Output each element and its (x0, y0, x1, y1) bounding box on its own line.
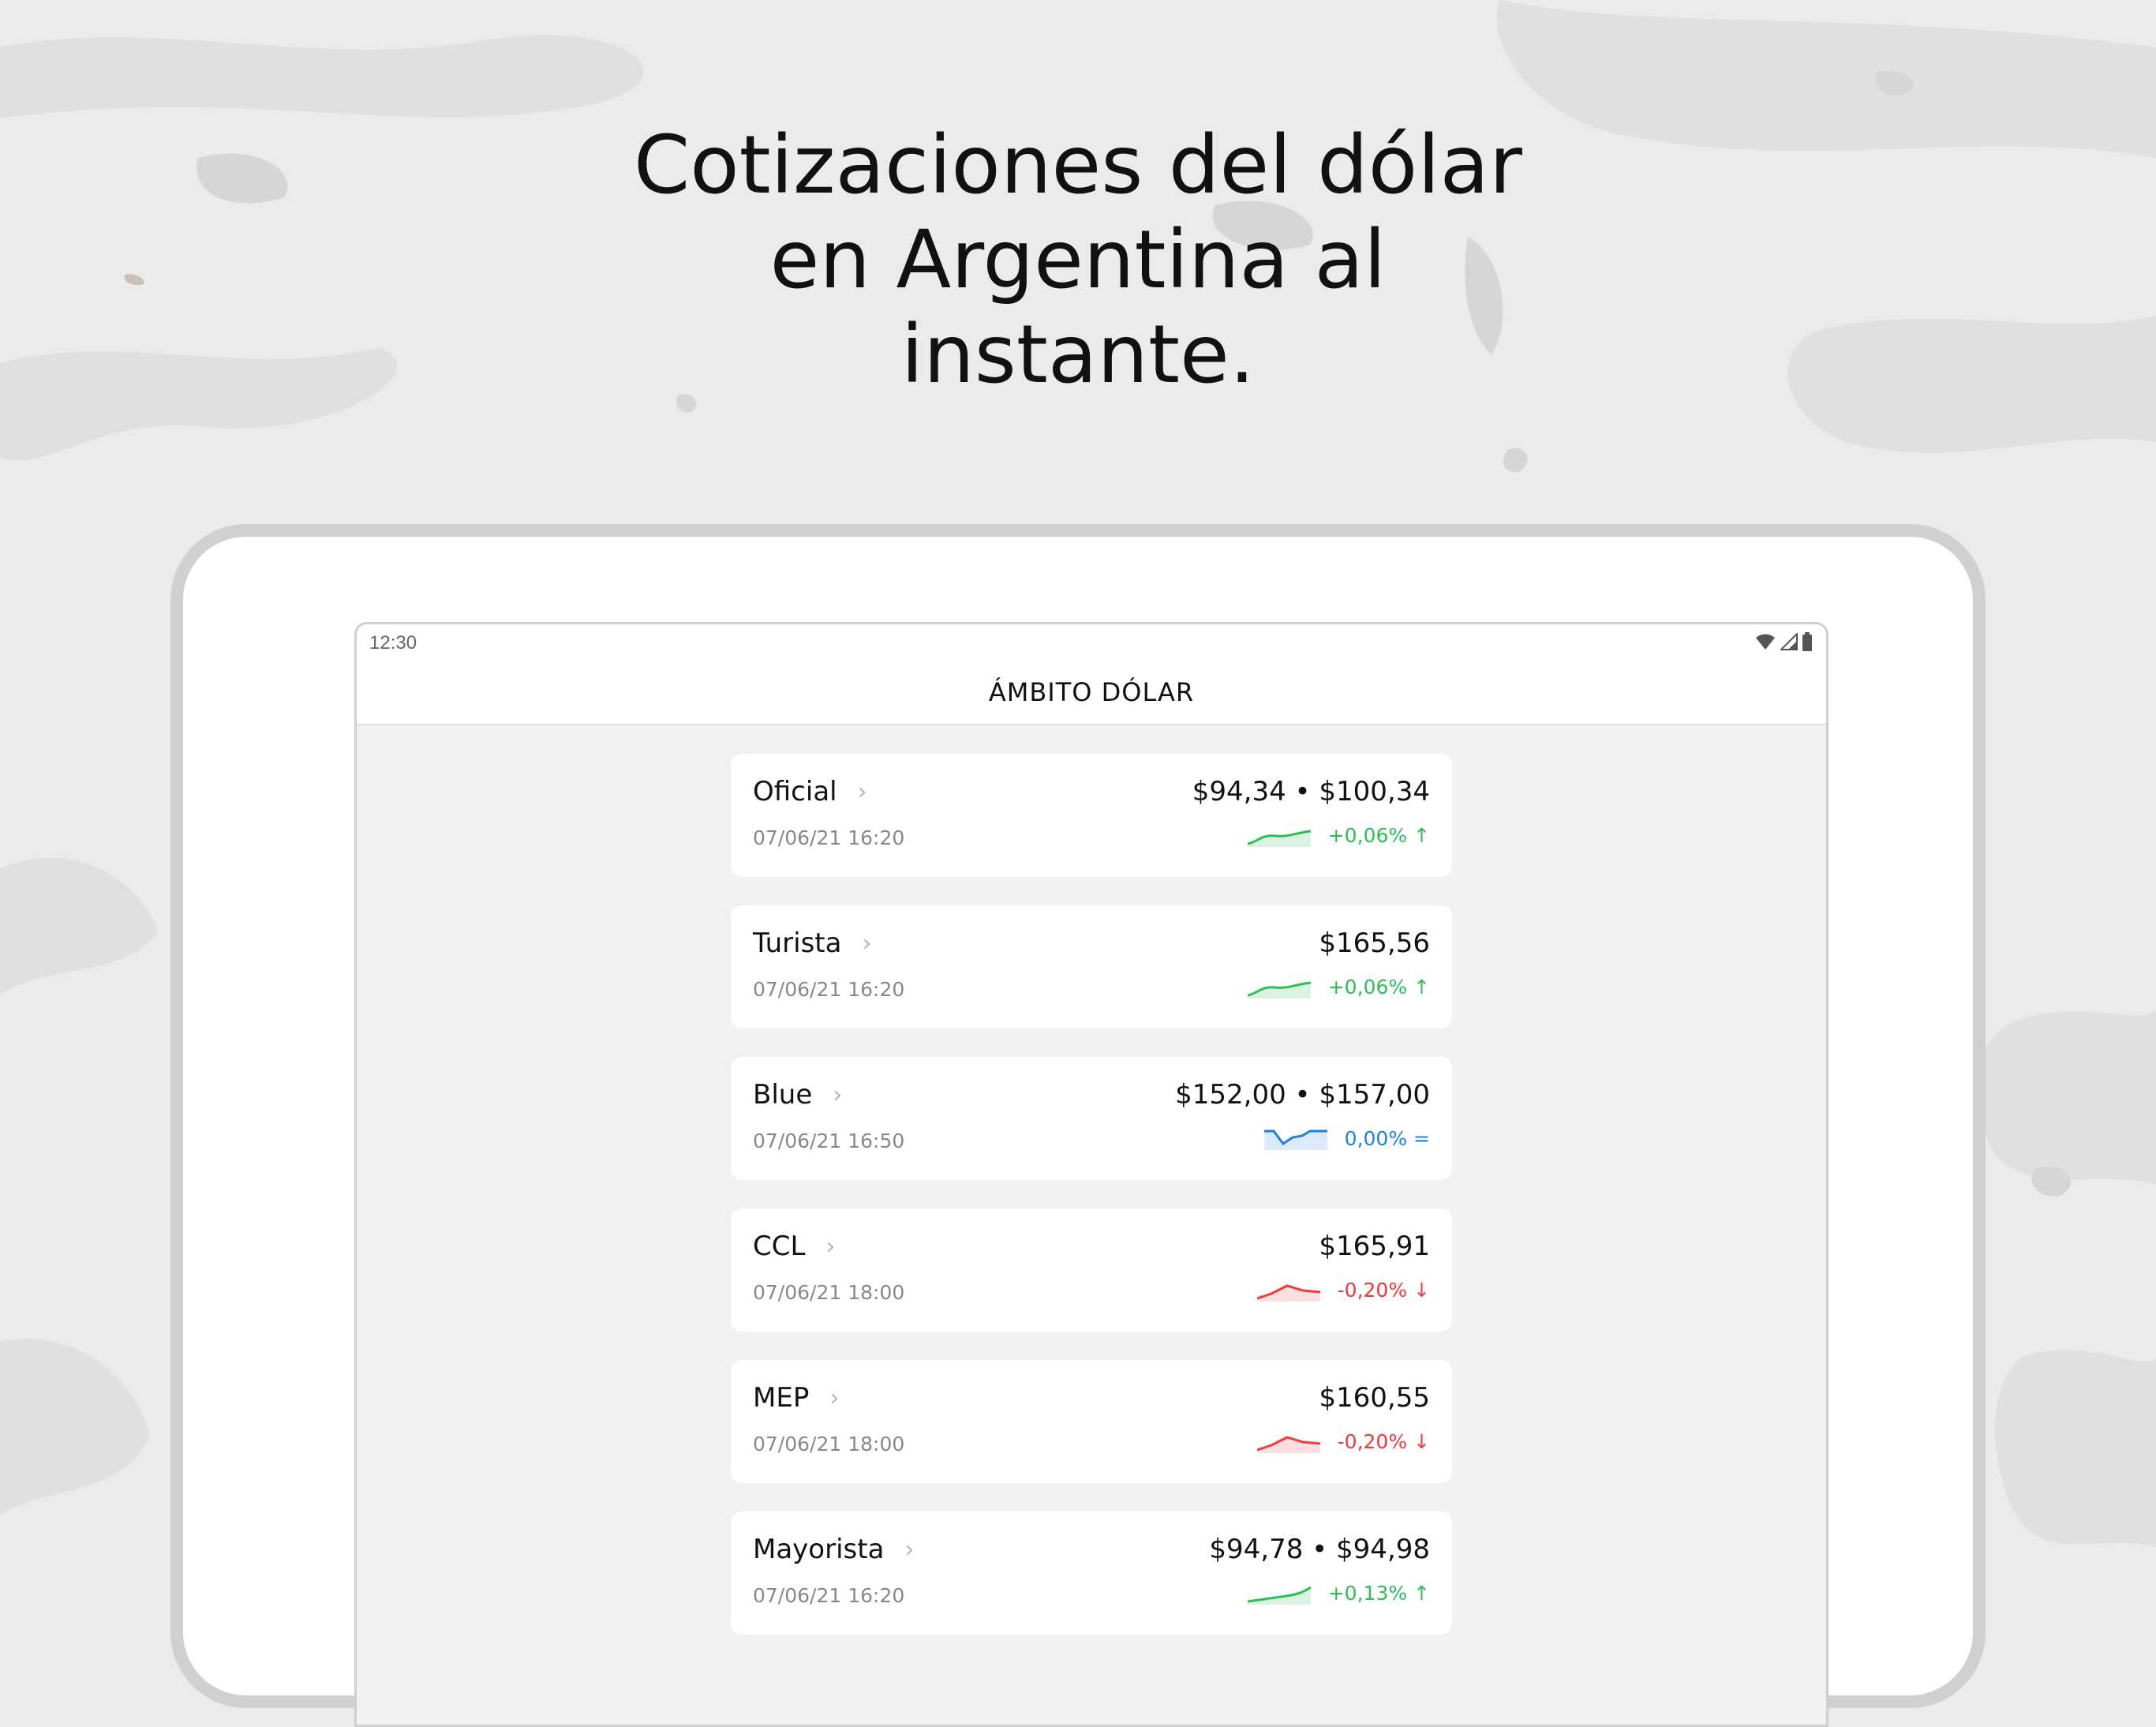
quote-price: $165,91 (1319, 1231, 1430, 1262)
quote-price: $152,00 • $157,00 (1175, 1079, 1430, 1111)
quote-name-row: Oficial › (753, 776, 867, 807)
quote-change: +0,13% ↑ (1327, 1581, 1430, 1605)
chevron-right-icon: › (825, 1232, 836, 1261)
tablet-frame: 12:30 ÁMBITO DÓLAR Oficial › 07/06/21 16… (170, 524, 1986, 1727)
quote-date: 07/06/21 16:20 (753, 1584, 905, 1607)
headline-line-2: en Argentina al (769, 213, 1387, 307)
quote-trend: -0,20% ↓ (1256, 1278, 1430, 1302)
quotes-list: Oficial › 07/06/21 16:20 $94,34 • $100,3… (357, 725, 1826, 1635)
status-bar: 12:30 (357, 624, 1826, 661)
quote-name: Mayorista (753, 1534, 885, 1565)
sparkline-icon (1256, 1284, 1320, 1302)
quote-card-oficial[interactable]: Oficial › 07/06/21 16:20 $94,34 • $100,3… (731, 754, 1452, 877)
quote-price: $160,55 (1319, 1382, 1430, 1414)
app-title: ÁMBITO DÓLAR (988, 677, 1195, 707)
quote-date: 07/06/21 18:00 (753, 1433, 905, 1455)
quote-name-row: Blue › (753, 1079, 842, 1111)
sparkline-icon (1247, 1586, 1312, 1605)
quote-date: 07/06/21 16:50 (753, 1129, 905, 1152)
headline-line-3: instante. (900, 308, 1256, 402)
quote-name: Blue (753, 1079, 813, 1111)
sparkline-icon (1247, 981, 1311, 998)
wifi-icon (1756, 634, 1775, 650)
battery-icon (1802, 632, 1812, 651)
quote-change: -0,20% ↓ (1337, 1278, 1430, 1302)
status-icons (1755, 632, 1812, 651)
quote-price: $165,56 (1319, 927, 1430, 959)
quote-card-ccl[interactable]: CCL › 07/06/21 18:00 $165,91 -0,20% ↓ (731, 1208, 1452, 1332)
app-screen: 12:30 ÁMBITO DÓLAR Oficial › 07/06/21 16… (354, 622, 1828, 1727)
chevron-right-icon: › (862, 929, 872, 957)
quote-change: 0,00% = (1344, 1126, 1430, 1150)
quote-change: +0,06% ↑ (1327, 975, 1430, 998)
quote-trend: +0,13% ↑ (1246, 1581, 1430, 1605)
quote-change: -0,20% ↓ (1337, 1429, 1430, 1453)
signal-icon (1780, 633, 1798, 650)
quote-trend: +0,06% ↑ (1246, 823, 1430, 847)
chevron-right-icon: › (857, 777, 867, 806)
quote-trend: +0,06% ↑ (1246, 975, 1430, 998)
chevron-right-icon: › (904, 1535, 915, 1564)
chevron-right-icon: › (829, 1384, 840, 1412)
quote-name-row: CCL › (753, 1231, 835, 1262)
quote-name: MEP (753, 1382, 810, 1414)
headline-line-1: Cotizaciones del dólar (634, 118, 1522, 212)
quote-card-turista[interactable]: Turista › 07/06/21 16:20 $165,56 +0,06% … (731, 905, 1452, 1028)
quote-date: 07/06/21 16:20 (753, 826, 905, 849)
quote-name: CCL (753, 1231, 806, 1262)
headline: Cotizaciones del dólar en Argentina al i… (0, 118, 2156, 403)
quote-price: $94,34 • $100,34 (1192, 776, 1430, 807)
quote-price: $94,78 • $94,98 (1209, 1534, 1430, 1565)
chevron-right-icon: › (833, 1081, 843, 1109)
quote-name: Oficial (753, 776, 837, 807)
sparkline-icon (1256, 1436, 1320, 1453)
quote-card-blue[interactable]: Blue › 07/06/21 16:50 $152,00 • $157,00 … (731, 1057, 1452, 1180)
quote-trend: 0,00% = (1263, 1126, 1430, 1150)
quote-date: 07/06/21 18:00 (753, 1281, 905, 1304)
quote-trend: -0,20% ↓ (1256, 1429, 1430, 1453)
quote-name-row: MEP › (753, 1382, 839, 1414)
quote-card-mep[interactable]: MEP › 07/06/21 18:00 $160,55 -0,20% ↓ (731, 1360, 1452, 1483)
quote-date: 07/06/21 16:20 (753, 978, 905, 1001)
quote-name: Turista (753, 927, 842, 959)
quote-name-row: Mayorista › (753, 1534, 914, 1565)
app-bar: ÁMBITO DÓLAR (357, 661, 1826, 725)
sparkline-icon (1263, 1129, 1327, 1150)
quote-change: +0,06% ↑ (1327, 823, 1430, 847)
sparkline-icon (1247, 830, 1311, 847)
quote-name-row: Turista › (753, 927, 871, 959)
status-time: 12:30 (369, 632, 417, 654)
